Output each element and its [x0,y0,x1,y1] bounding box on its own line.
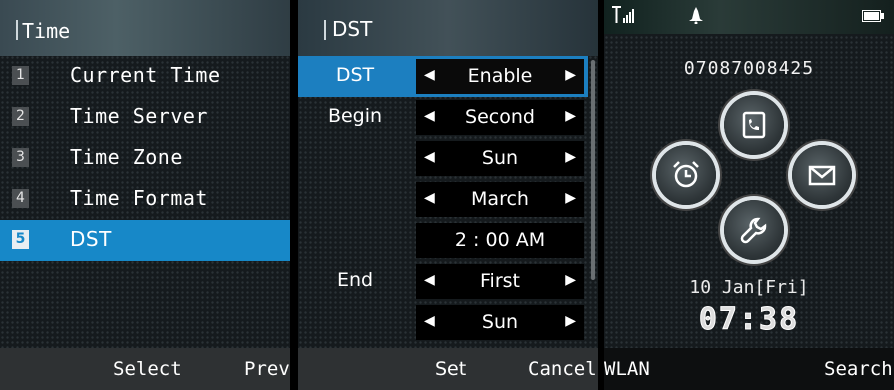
time-input[interactable]: 2 : 00 AM [416,223,584,258]
title-divider [16,20,18,40]
battery-icon [862,10,884,22]
end-week-row[interactable]: End ◀ First ▶ [298,261,588,302]
menu-item-label: Current Time [70,63,221,87]
set-softkey[interactable]: Set [435,358,466,380]
value-selector[interactable]: ◀ March ▶ [416,182,584,217]
arrow-right-icon[interactable]: ▶ [565,67,576,83]
begin-week-row[interactable]: Begin ◀ Second ▶ [298,97,588,138]
status-bar [604,0,894,34]
bell-icon [689,7,703,24]
softkey-bar: Select Prev [0,348,290,390]
softkey-bar: Set Cancel [298,348,598,390]
menu-item-label: Time Server [70,104,208,128]
selector-value: Sun [481,147,519,169]
menu-item-label: DST [70,227,112,251]
cancel-softkey[interactable]: Cancel [528,358,597,380]
value-selector[interactable]: ◀ Sun ▶ [416,305,584,340]
end-day-row[interactable]: ◀ Sun ▶ [298,302,588,343]
call-log-icon [742,111,766,139]
menu-item-time-format[interactable]: 4 Time Format [0,179,290,220]
selector-value: March [471,188,529,210]
alarm-shortcut[interactable] [656,145,716,205]
begin-month-row[interactable]: ◀ March ▶ [298,179,588,220]
arrow-right-icon[interactable]: ▶ [565,108,576,124]
phone-number: 07087008425 [683,58,815,79]
arrow-right-icon[interactable]: ▶ [565,149,576,165]
begin-day-row[interactable]: ◀ Sun ▶ [298,138,588,179]
menu-item-number: 2 [12,107,29,126]
menu-item-number: 5 [12,230,29,249]
call-log-shortcut[interactable] [724,95,784,155]
selector-value: Sun [481,311,519,333]
menu-item-label: Time Format [70,186,208,210]
dst-settings-screen: DST DST ◀ Enable ▶ Begin ◀ Second ▶ ◀ Su… [298,0,598,390]
row-label: Begin [327,105,383,127]
menu-item-time-server[interactable]: 2 Time Server [0,97,290,138]
message-icon [808,165,836,186]
value-selector[interactable]: ◀ Second ▶ [416,100,584,135]
arrow-right-icon[interactable]: ▶ [565,272,576,288]
menu-item-number: 3 [12,148,29,167]
softkey-bar: WLAN Search [604,348,894,390]
title-divider [324,20,326,40]
page-title: Time [22,19,71,43]
selector-value: 2 : 00 AM [454,229,546,251]
value-selector[interactable]: ◀ Sun ▶ [416,141,584,176]
clock-display: 07:38 [698,302,800,338]
value-selector[interactable]: ◀ First ▶ [416,264,584,299]
message-shortcut[interactable] [792,145,852,205]
search-softkey[interactable]: Search [824,358,893,380]
title-bar: Time [0,0,290,56]
menu-item-number: 1 [12,66,29,85]
alarm-icon [673,161,699,188]
scrollbar[interactable] [591,60,595,280]
settings-icon [740,217,767,244]
menu-item-label: Time Zone [70,145,183,169]
menu-item-time-zone[interactable]: 3 Time Zone [0,138,290,179]
prev-softkey[interactable]: Prev [244,358,290,380]
menu-item-current-time[interactable]: 1 Current Time [0,56,290,97]
value-selector[interactable]: ◀ Enable ▶ [416,59,584,94]
menu-item-dst[interactable]: 5 DST [0,220,290,261]
selector-value: First [480,270,520,292]
menu-item-number: 4 [12,189,29,208]
settings-shortcut[interactable] [724,200,784,260]
page-title: DST [332,17,373,41]
arrow-right-icon[interactable]: ▶ [565,190,576,206]
select-softkey[interactable]: Select [113,358,182,380]
arrow-right-icon[interactable]: ▶ [565,313,576,329]
selector-value: Enable [467,65,533,87]
dst-row[interactable]: DST ◀ Enable ▶ [298,56,588,97]
date-display: 10 Jan[Fri] [689,277,809,298]
row-label: DST [335,64,375,86]
idle-home-screen: 07087008425 10 Jan[Fri] 07:38 WLAN Searc… [604,0,894,390]
signal-icon [612,6,634,23]
begin-time-row[interactable]: 2 : 00 AM [298,220,588,261]
wlan-softkey[interactable]: WLAN [604,358,650,380]
row-label: End [336,269,374,291]
title-bar: DST [298,0,598,56]
selector-value: Second [465,106,535,128]
time-menu-screen: Time 1 Current Time 2 Time Server 3 Time… [0,0,290,390]
